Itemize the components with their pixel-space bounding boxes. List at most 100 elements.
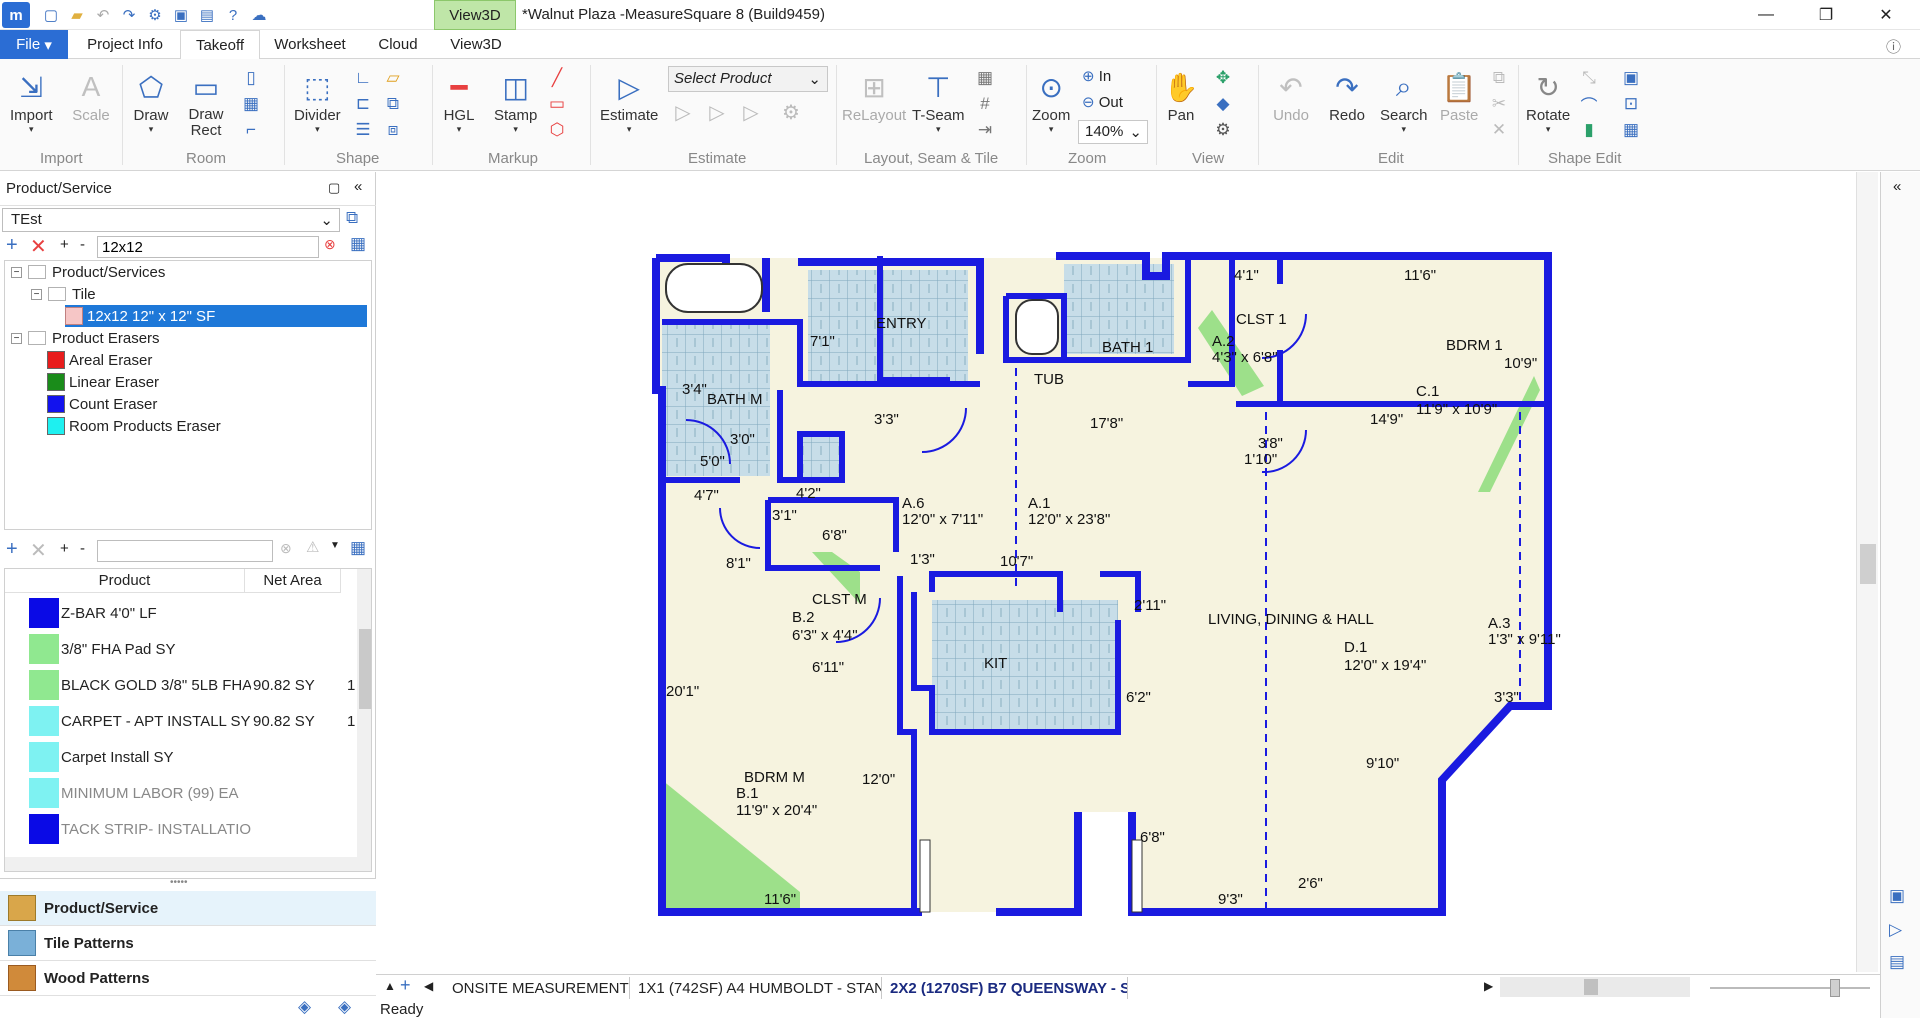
window[interactable]: [1131, 839, 1143, 913]
column-header-product[interactable]: Product: [5, 569, 245, 593]
table-row[interactable]: TACK STRIP- INSTALLATION: [5, 811, 357, 847]
help-circle-icon[interactable]: ⓘ: [1886, 36, 1901, 57]
zoom-out-button[interactable]: ⊖ Out: [1082, 93, 1123, 112]
markup-line-icon[interactable]: ╱: [546, 67, 568, 89]
tab-takeoff[interactable]: Takeoff: [180, 30, 260, 60]
closet-tile[interactable]: [800, 434, 842, 480]
stamp-button[interactable]: ◫ Stamp ▾: [494, 67, 537, 135]
cube-icon[interactable]: ◆: [1212, 93, 1234, 115]
shape-edit-image-icon[interactable]: ▣: [1620, 67, 1642, 89]
stairs-icon[interactable]: ⌐: [240, 119, 262, 141]
tab-worksheet[interactable]: Worksheet: [264, 30, 356, 59]
tab-view3d[interactable]: View3D: [440, 30, 512, 59]
table-view-icon[interactable]: ▦: [350, 538, 366, 558]
table-row[interactable]: Z-BAR 4'0" LF: [5, 595, 357, 631]
product-list-dropdown[interactable]: TEst ⌄: [2, 208, 340, 232]
kitchen-tile[interactable]: [932, 600, 1118, 730]
tab-wood-patterns[interactable]: Wood Patterns: [0, 961, 376, 996]
clear-filter-icon[interactable]: ⊗: [280, 540, 292, 557]
warning-icon[interactable]: ⚠: [306, 538, 319, 556]
shape-edit-bars-icon[interactable]: ▮: [1578, 119, 1600, 141]
tab-tile-patterns[interactable]: Tile Patterns: [0, 926, 376, 961]
draw-rect-button[interactable]: ▭ Draw Rect: [186, 67, 226, 139]
add-row-icon[interactable]: +: [6, 538, 18, 561]
tree-node-product-erasers[interactable]: − Product Erasers: [11, 327, 160, 349]
search-button[interactable]: ⌕ Search ▾: [1380, 67, 1428, 135]
markup-rect-icon[interactable]: ▭: [546, 93, 568, 115]
tile-grid-icon[interactable]: ▦: [974, 67, 996, 89]
grid-view-icon[interactable]: ▦: [350, 234, 366, 254]
file-menu[interactable]: File ▾: [0, 30, 68, 59]
sheet-tab-1x1[interactable]: 1X1 (742SF) A4 HUMBOLDT - STANI: [632, 977, 882, 999]
add-product-icon[interactable]: +: [6, 234, 18, 257]
table-row[interactable]: 3/8" FHA Pad SY: [5, 631, 357, 667]
delete-product-icon[interactable]: ✕: [30, 234, 47, 259]
table-hscrollbar[interactable]: [5, 857, 357, 871]
zoom-slider-thumb[interactable]: [1830, 979, 1840, 997]
tab-cloud[interactable]: Cloud: [360, 30, 436, 59]
drawing-canvas[interactable]: BDRM 1 C.1 11'9" x 10'9" LIVING, DINING …: [380, 172, 1878, 972]
remove-row-icon[interactable]: ✕: [30, 538, 47, 563]
hash-grid-icon[interactable]: #: [974, 93, 996, 115]
resize-grip-icon[interactable]: •••••: [170, 877, 188, 888]
tseam-button[interactable]: ⊤ T-Seam ▾: [912, 67, 965, 135]
image-icon[interactable]: ▣: [170, 4, 192, 26]
tree-node-selected-product[interactable]: 12x12 12" x 12" SF: [65, 305, 367, 327]
scrollbar-thumb[interactable]: [1860, 544, 1876, 584]
redo-quick-icon[interactable]: ↷: [118, 4, 140, 26]
hgl-button[interactable]: ━ HGL ▾: [440, 67, 478, 135]
close-button[interactable]: ✕: [1856, 0, 1916, 30]
collapse-icon[interactable]: −: [11, 332, 22, 344]
table-row[interactable]: BLACK GOLD 3/8" 5LB FHA 90.82 SY 1: [5, 667, 357, 703]
play-forward-icon[interactable]: ▷: [706, 101, 728, 124]
copy-icon[interactable]: ⧉: [1488, 67, 1510, 89]
expand-panel-icon[interactable]: «: [1893, 178, 1901, 195]
line-corner-icon[interactable]: ∟: [352, 67, 374, 89]
undo-quick-icon[interactable]: ↶: [92, 4, 114, 26]
table-row[interactable]: CARPET - APT INSTALL SY 90.82 SY 1: [5, 703, 357, 739]
sheet-tab-onsite[interactable]: ONSITE MEASUREMENTS: [446, 977, 630, 999]
view3d-context-tab[interactable]: View3D: [434, 0, 516, 30]
move-icon[interactable]: ✥: [1212, 67, 1234, 89]
table-scrollbar[interactable]: [357, 569, 371, 871]
minimize-button[interactable]: —: [1736, 0, 1796, 30]
pdf-icon[interactable]: ▤: [196, 4, 218, 26]
pan-button[interactable]: ✋ Pan: [1162, 67, 1200, 125]
window[interactable]: [919, 839, 931, 913]
shape-group-icon[interactable]: ⧈: [382, 119, 404, 141]
product-search-input[interactable]: [97, 236, 319, 258]
tree-node-linear-eraser[interactable]: Linear Eraser: [47, 371, 159, 393]
table-row[interactable]: MINIMUM LABOR (99) EA: [5, 775, 357, 811]
shape-copy-icon[interactable]: ⧉: [382, 93, 404, 115]
present-icon[interactable]: ▷: [1889, 920, 1902, 940]
estimate-settings-gear-icon[interactable]: ⚙: [780, 101, 802, 124]
product-filter-input[interactable]: [97, 540, 273, 562]
scrollbar-thumb[interactable]: [359, 629, 371, 709]
rotate-button[interactable]: ↻ Rotate ▾: [1526, 67, 1570, 135]
new-file-icon[interactable]: ▢: [40, 4, 62, 26]
settings-gear-icon[interactable]: ⚙: [144, 4, 166, 26]
tab-project-info[interactable]: Project Info: [74, 30, 176, 59]
tab-scroll-left-icon[interactable]: ◀: [424, 979, 433, 993]
app-logo-icon[interactable]: m: [2, 2, 30, 28]
table-row[interactable]: Carpet Install SY: [5, 739, 357, 775]
horizontal-scrollbar[interactable]: [1500, 977, 1690, 997]
delete-icon[interactable]: ✕: [1488, 119, 1510, 141]
redo-button[interactable]: ↷ Redo: [1328, 67, 1366, 125]
select-product-dropdown[interactable]: Select Product ⌄: [668, 66, 828, 92]
add-sheet-icon[interactable]: +: [400, 975, 411, 996]
paste-button[interactable]: 📋 Paste: [1440, 67, 1478, 125]
undo-button[interactable]: ↶ Undo: [1272, 67, 1310, 125]
tree-node-product-services[interactable]: − Product/Services: [11, 261, 165, 283]
expand-icon[interactable]: +: [60, 540, 69, 557]
play-icon[interactable]: ▷: [672, 101, 694, 124]
tree-node-count-eraser[interactable]: Count Eraser: [47, 393, 157, 415]
layout-icon[interactable]: ▣: [1889, 886, 1905, 906]
shape-label-icon[interactable]: ▱: [382, 67, 404, 89]
shape-edit-transform-icon[interactable]: ⤡: [1578, 67, 1600, 89]
zoom-slider[interactable]: [1710, 979, 1870, 997]
import-button[interactable]: ⇲ Import ▾: [10, 67, 53, 135]
tab-product-service[interactable]: Product/Service: [0, 891, 376, 926]
shape-edit-dimension-icon[interactable]: ⊡: [1620, 93, 1642, 115]
panel-collapse-icon[interactable]: «: [354, 178, 362, 195]
